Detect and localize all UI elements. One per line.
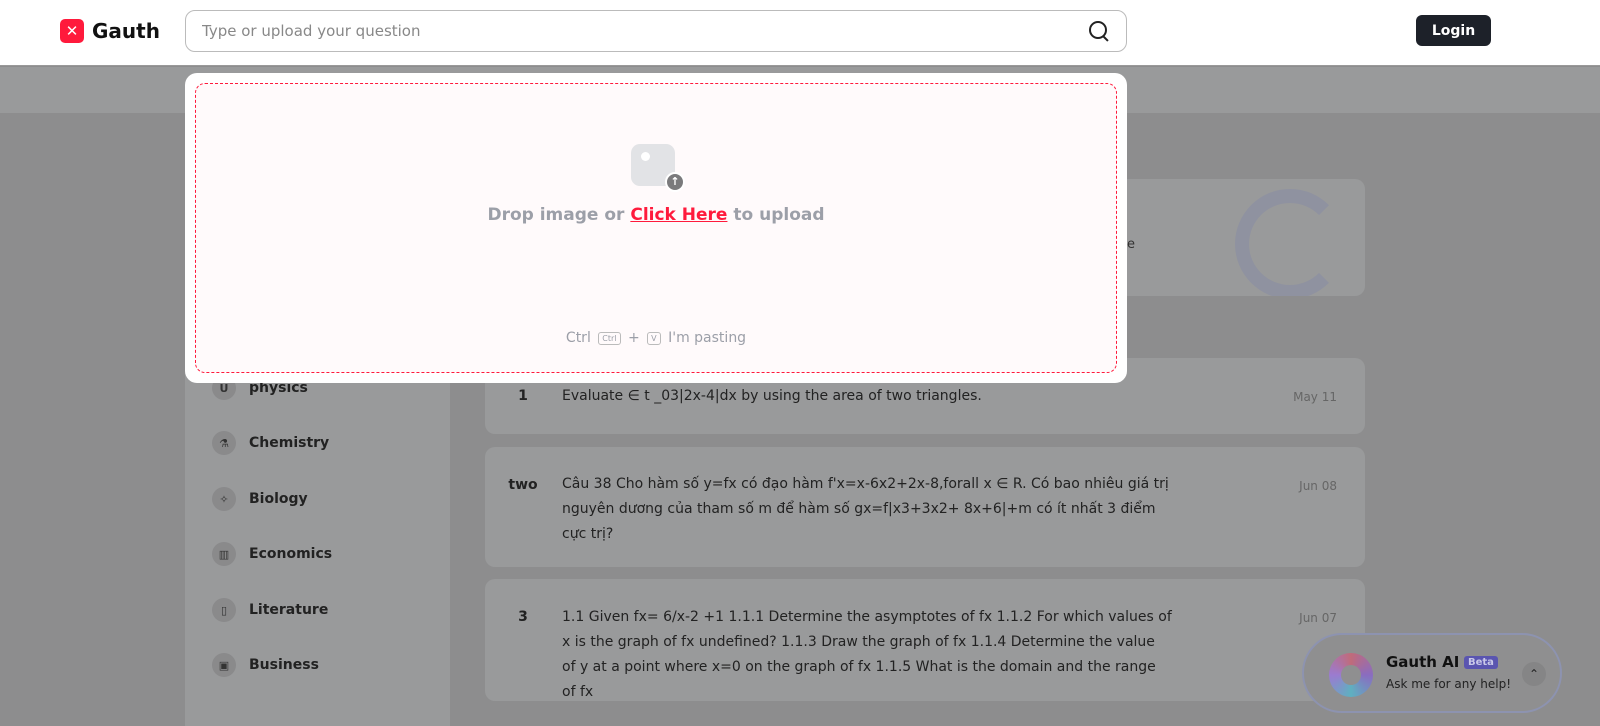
sidebar-item-economics[interactable]: ▥ Economics — [212, 542, 332, 566]
drop-suffix: to upload — [733, 205, 825, 225]
v-key: V — [647, 331, 661, 345]
image-upload-icon: ↑ — [631, 144, 685, 192]
click-here-link[interactable]: Click Here — [630, 205, 727, 225]
question-card[interactable]: two Câu 38 Cho hàm số y=fx có đạo hàm f'… — [485, 447, 1365, 567]
search-input[interactable] — [202, 22, 1088, 40]
upload-popover: ↑ Drop image or Click Here to upload Ctr… — [185, 73, 1127, 383]
chevron-up-icon[interactable]: ⌃ — [1522, 662, 1546, 686]
plus-text: + — [627, 330, 640, 346]
drop-prefix: Drop image or — [487, 205, 625, 225]
ctrl-key: Ctrl — [598, 331, 621, 345]
sidebar-item-business[interactable]: ▣ Business — [212, 653, 319, 677]
ai-subtitle: Ask me for any help! — [1386, 677, 1512, 691]
question-number: two — [508, 477, 538, 493]
gauth-logo-icon: ✕ — [60, 19, 84, 43]
paste-ctrl-text: Ctrl — [565, 330, 591, 346]
arrow-up-icon: ↑ — [665, 172, 685, 192]
login-button[interactable]: Login — [1416, 15, 1491, 46]
gauth-ai-widget[interactable]: Gauth AI Beta Ask me for any help! ⌃ — [1302, 633, 1562, 713]
sidebar-item-label: Chemistry — [249, 435, 330, 451]
gauth-logo[interactable]: ✕ Gauth — [60, 19, 160, 43]
banner-text: e — [1127, 237, 1135, 252]
banner-decoration — [1235, 189, 1345, 296]
question-card[interactable]: 3 1.1 Given fx= 6/x-2 +1 1.1.1 Determine… — [485, 579, 1365, 701]
question-text: Câu 38 Cho hàm số y=fx có đạo hàm f'x=x-… — [562, 476, 1169, 542]
dna-icon: ✧ — [212, 487, 236, 511]
sidebar-item-biology[interactable]: ✧ Biology — [212, 487, 308, 511]
image-drop-zone[interactable]: ↑ Drop image or Click Here to upload Ctr… — [195, 83, 1117, 373]
search-icon[interactable] — [1088, 20, 1110, 42]
header: ✕ Gauth Login — [0, 0, 1600, 66]
paste-suffix: I'm pasting — [668, 330, 747, 346]
briefcase-icon: ▣ — [212, 653, 236, 677]
gauth-ai-logo-icon — [1329, 653, 1373, 697]
flask-icon: ⚗ — [212, 431, 236, 455]
question-date: May 11 — [1293, 390, 1337, 404]
sidebar-item-label: Biology — [249, 491, 308, 507]
book-icon: ▯ — [212, 598, 236, 622]
beta-badge: Beta — [1464, 656, 1498, 669]
paste-hint: Ctrl Ctrl + V I'm pasting — [196, 330, 1116, 346]
drop-instructions: Drop image or Click Here to upload — [196, 205, 1116, 225]
logo-text: Gauth — [92, 19, 160, 43]
question-date: Jun 07 — [1299, 611, 1337, 625]
question-text: 1.1 Given fx= 6/x-2 +1 1.1.1 Determine t… — [562, 609, 1172, 700]
sidebar-item-chemistry[interactable]: ⚗ Chemistry — [212, 431, 329, 455]
sidebar-item-literature[interactable]: ▯ Literature — [212, 598, 328, 622]
question-date: Jun 08 — [1299, 479, 1337, 493]
question-text: Evaluate ∈ t _03|2x-4|dx by using the ar… — [562, 388, 982, 404]
sidebar-item-label: Economics — [249, 546, 333, 562]
sidebar-item-label: Business — [249, 657, 319, 673]
ai-title: Gauth AI — [1386, 653, 1460, 671]
bar-chart-icon: ▥ — [212, 542, 236, 566]
search-bar — [185, 10, 1127, 52]
sidebar-item-label: Literature — [249, 602, 329, 618]
question-number: 1 — [518, 388, 528, 404]
question-number: 3 — [518, 609, 528, 625]
subject-sidebar: Uphysics ⚗ Chemistry ✧ Biology ▥ Economics … — [185, 360, 450, 726]
